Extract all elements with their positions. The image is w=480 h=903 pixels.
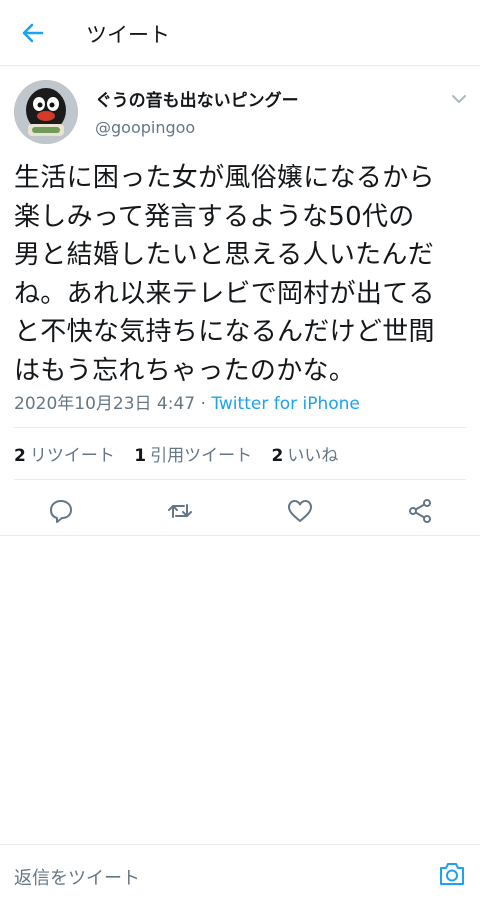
author-name[interactable]: ぐうの音も出ないピングー: [95, 86, 299, 111]
penguin-avatar-icon: [14, 80, 78, 144]
tweet-text-line: 楽しみって発言するような50代の: [14, 201, 415, 232]
action-bar: [0, 490, 480, 530]
tweet-text-line: 生活に困った女が風俗嬢になるから: [14, 163, 435, 193]
share-icon: [409, 499, 431, 523]
quotes-count: 1: [134, 446, 147, 466]
timestamp[interactable]: 2020年10月23日 4:47: [14, 394, 195, 414]
tweet-text-line: と不快な気持ちになるんだけど世間: [14, 317, 435, 347]
retweet-button[interactable]: [165, 496, 195, 526]
meta-separator: ·: [195, 394, 212, 414]
retweets-label: リツイート: [29, 446, 115, 466]
tweet-text: 生活に困った女が風俗嬢になるから 楽しみって発言するような50代の 男と結婚した…: [14, 159, 474, 390]
source-link[interactable]: Twitter for iPhone: [211, 394, 360, 414]
author-handle[interactable]: @goopingoo: [95, 118, 195, 137]
likes-stat[interactable]: 2 いいね: [272, 441, 339, 466]
divider: [0, 535, 480, 536]
avatar[interactable]: [14, 80, 78, 144]
tweet-text-line: はもう忘れちゃったのかな。: [14, 355, 356, 386]
reply-button[interactable]: [46, 496, 76, 526]
reply-icon: [50, 500, 72, 523]
camera-icon: [440, 863, 464, 885]
quotes-label: 引用ツイート: [150, 446, 253, 466]
reply-bar: 返信をツイート: [0, 844, 480, 903]
tweet-menu-button[interactable]: [451, 90, 467, 103]
divider: [14, 427, 466, 428]
quotes-stat[interactable]: 1 引用ツイート: [134, 441, 252, 466]
chevron-down-icon: [452, 95, 466, 103]
share-button[interactable]: [405, 496, 435, 526]
tweet-meta: 2020年10月23日 4:47 · Twitter for iPhone: [14, 389, 360, 414]
divider: [14, 479, 466, 480]
likes-count: 2: [271, 446, 284, 466]
page-title: ツイート: [86, 23, 170, 47]
top-bar: ツイート: [0, 0, 480, 66]
tweet-text-line: 男と結婚したいと思える人いたんだ: [14, 240, 435, 270]
like-button[interactable]: [285, 496, 315, 526]
tweet-text-line: ね。あれ以来テレビで岡村が出てる: [14, 278, 435, 309]
camera-button[interactable]: [438, 861, 466, 887]
like-icon: [288, 500, 312, 522]
retweets-stat[interactable]: 2 リツイート: [14, 441, 115, 466]
retweets-count: 2: [14, 446, 26, 466]
tweet-stats: 2 リツイート 1 引用ツイート 2 いいね: [14, 441, 352, 466]
arrow-left-icon: [22, 23, 44, 43]
retweet-icon: [168, 504, 192, 518]
likes-label: いいね: [287, 446, 339, 466]
reply-input[interactable]: 返信をツイート: [14, 864, 140, 890]
back-button[interactable]: [18, 18, 48, 48]
